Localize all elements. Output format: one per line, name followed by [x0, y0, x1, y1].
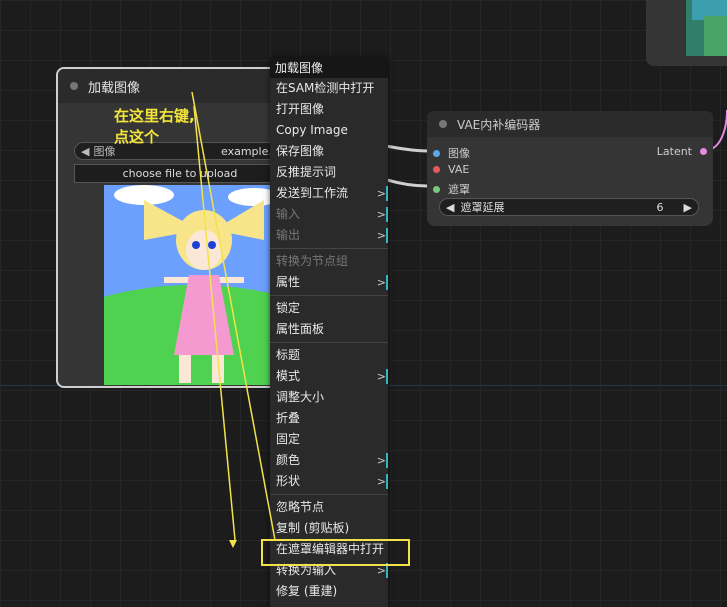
menu-item: 转换为节点组: [270, 251, 388, 272]
partial-node-top-right[interactable]: [646, 0, 727, 66]
input-slot-vae[interactable]: VAE: [433, 163, 469, 176]
submenu-arrow-icon: >: [377, 560, 389, 581]
load-image-node-title: 加载图像: [88, 80, 141, 96]
context-menu-title: 加载图像: [270, 58, 388, 78]
combo-left-arrow-icon[interactable]: ◀: [81, 145, 89, 158]
menu-item: 输入 >: [270, 204, 389, 225]
menu-item-label: 在遮罩编辑器中打开: [276, 542, 385, 556]
submenu-arrow-icon: >: [377, 183, 389, 204]
mask-grow-value: 6: [656, 200, 664, 214]
widget-right-arrow-icon[interactable]: ▶: [684, 201, 692, 214]
menu-item-label: 形状: [276, 474, 301, 488]
menu-item-label: 固定: [276, 432, 301, 446]
partial-node-preview: [686, 0, 727, 56]
slot-dot-icon[interactable]: [433, 149, 440, 157]
input-slot-image[interactable]: 图像: [433, 145, 470, 161]
mask-grow-widget[interactable]: ◀ 遮罩延展 6 ▶: [439, 198, 699, 216]
output-slot-latent-label: Latent: [656, 145, 692, 158]
menu-item[interactable]: 保存图像: [270, 141, 388, 162]
context-menu[interactable]: 加载图像 在SAM检测中打开 打开图像 Copy Image 保存图像反推提示词发送到…: [270, 58, 389, 607]
submenu-arrow-icon: >: [377, 450, 389, 471]
menu-item[interactable]: 模式 >: [270, 366, 389, 387]
submenu-arrow-icon: >: [377, 225, 389, 246]
menu-item[interactable]: Copy Image: [270, 120, 388, 141]
menu-item-label: 打开图像: [276, 102, 325, 116]
menu-item-label: 输入: [276, 207, 301, 221]
menu-item[interactable]: 锁定: [270, 298, 388, 319]
menu-item-label: 属性: [276, 275, 301, 289]
preview-drawing: [104, 185, 286, 385]
menu-separator: [270, 342, 388, 343]
vae-node-header[interactable]: VAE内补编码器: [427, 111, 713, 137]
menu-separator: [270, 248, 388, 249]
widget-left-arrow-icon[interactable]: ◀: [446, 201, 454, 214]
annotation-line-1: 在这里右键,: [114, 107, 195, 125]
menu-item-label: 模式: [276, 369, 301, 383]
menu-item[interactable]: 属性面板: [270, 319, 388, 340]
submenu-arrow-icon: >: [377, 366, 389, 387]
menu-item-label: 复制 (剪贴板): [276, 521, 350, 535]
submenu-arrow-icon: >: [377, 272, 389, 293]
menu-item[interactable]: 打开图像: [270, 99, 388, 120]
menu-item-label: 转换为节点组: [276, 254, 349, 268]
vae-node-title: VAE内补编码器: [457, 117, 541, 132]
menu-item-label: 修复 (重建): [276, 584, 338, 598]
menu-item-label: 保存图像: [276, 144, 325, 158]
input-slot-mask-label: 遮罩: [448, 183, 470, 196]
vae-inpaint-encoder-node[interactable]: VAE内补编码器 图像 VAE 遮罩 Latent ◀ 遮罩延展 6 ▶: [427, 111, 713, 226]
menu-item-label: 折叠: [276, 411, 301, 425]
input-slot-mask[interactable]: 遮罩: [433, 181, 470, 197]
menu-item[interactable]: 颜色 >: [270, 450, 389, 471]
menu-item: 输出 >: [270, 225, 389, 246]
menu-item[interactable]: 转换为输入 >: [270, 560, 389, 581]
menu-item[interactable]: 复制 (剪贴板): [270, 518, 388, 539]
menu-item[interactable]: 调整大小: [270, 387, 388, 408]
vae-collapse-dot-icon[interactable]: [439, 120, 447, 128]
input-slot-vae-label: VAE: [448, 163, 470, 176]
slot-dot-icon[interactable]: [700, 148, 707, 155]
menu-item-label: 忽略节点: [276, 500, 325, 514]
load-image-node-header[interactable]: 加载图像: [58, 69, 284, 103]
menu-item[interactable]: 在遮罩编辑器中打开: [270, 539, 388, 560]
submenu-arrow-icon: >: [377, 204, 389, 225]
menu-item[interactable]: 修复 (重建): [270, 581, 388, 602]
slot-dot-icon[interactable]: [433, 185, 440, 193]
output-slot-latent[interactable]: Latent: [657, 145, 707, 158]
annotation-line-2: 点这个: [114, 128, 160, 146]
menu-item-label: 锁定: [276, 301, 301, 315]
menu-item-label: 在SAM检测中打开: [276, 81, 375, 95]
menu-item[interactable]: 固定: [270, 429, 388, 450]
menu-separator: [270, 494, 388, 495]
mask-grow-label: 遮罩延展: [460, 201, 505, 214]
menu-item[interactable]: 属性 >: [270, 272, 389, 293]
menu-item-label: 标题: [276, 348, 301, 362]
menu-item[interactable]: 标题: [270, 345, 388, 366]
menu-item[interactable]: 反推提示词: [270, 162, 388, 183]
annotation-text: 在这里右键, 点这个: [114, 106, 195, 148]
menu-item[interactable]: 在SAM检测中打开: [270, 78, 388, 99]
menu-item[interactable]: 形状 >: [270, 471, 389, 492]
menu-item-label: 反推提示词: [276, 165, 337, 179]
slot-dot-icon[interactable]: [433, 166, 440, 173]
menu-item-label: 输出: [276, 228, 301, 242]
context-menu-items: 在SAM检测中打开 打开图像 Copy Image 保存图像 反推提示词 发送到工作流 > 输…: [270, 78, 389, 602]
menu-item-label: 发送到工作流: [276, 186, 349, 200]
menu-item[interactable]: 发送到工作流 >: [270, 183, 389, 204]
image-preview: [104, 185, 286, 385]
menu-item[interactable]: 折叠: [270, 408, 388, 429]
input-slot-image-label: 图像: [448, 147, 470, 160]
menu-item-label: 颜色: [276, 453, 301, 467]
menu-separator: [270, 295, 388, 296]
menu-item-label: 转换为输入: [276, 563, 337, 577]
menu-item[interactable]: 忽略节点: [270, 497, 388, 518]
menu-item-label: 属性面板: [276, 322, 325, 336]
collapse-dot-icon[interactable]: [70, 82, 78, 90]
submenu-arrow-icon: >: [377, 471, 389, 492]
upload-button[interactable]: choose file to upload: [74, 164, 286, 183]
image-combo-label: 图像: [93, 145, 116, 158]
menu-item-label: 调整大小: [276, 390, 325, 404]
menu-item-label: Copy Image: [276, 123, 348, 137]
